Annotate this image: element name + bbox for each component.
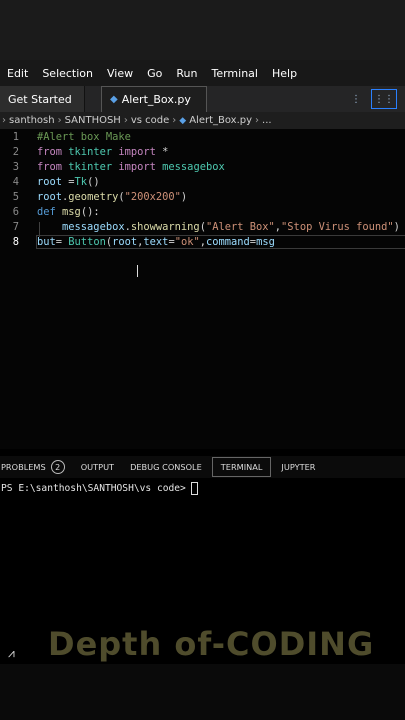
code-token: msg [55,205,81,218]
code-token: from [37,160,63,173]
code-token: messagebox [62,220,125,233]
code-token: Tk [74,175,88,188]
code-token: showwarning [130,220,200,233]
code-line: 5 root.geometry("200x200") [0,189,405,204]
code-token: geometry [68,190,119,203]
code-token: from [37,145,63,158]
code-line: 1 #Alert box Make [0,129,405,144]
code-token: but [37,235,56,248]
code-token: tkinter [68,160,113,173]
more-actions-icon[interactable]: ⋮ [351,94,361,105]
code-token: ) [393,220,400,233]
get-started-label: Get Started [8,92,72,106]
code-token: "Stop Virus found" [281,220,394,233]
line-number: 1 [12,130,19,143]
code-token: ) [180,190,188,203]
menu-terminal[interactable]: Terminal [204,67,265,80]
problems-count-badge: 2 [50,460,65,474]
python-file-icon: ◆ [179,115,187,126]
terminal-label: TERMINAL [220,462,263,472]
chevron-right-icon: › [255,115,260,126]
python-file-icon: ◆ [110,94,118,105]
code-line: 3 from tkinter import messagebox [0,159,405,174]
split-editor-icon[interactable]: ⋮⋮ [371,89,397,109]
terminal-prompt: PS E:\santhosh\SANTHOSH\vs code> [1,483,186,494]
breadcrumb-file[interactable]: Alert_Box.py [189,115,252,126]
video-bottom-area [0,664,405,720]
tab-jupyter[interactable]: JUPYTER [273,456,323,478]
code-token: import [118,160,156,173]
line-number: 4 [12,175,19,188]
line-number: 2 [12,145,19,158]
video-top-area [0,0,405,60]
code-token: "Alert Box" [205,220,275,233]
output-label: OUTPUT [80,462,115,472]
jupyter-label: JUPYTER [281,462,316,472]
problems-label: PROBLEMS [1,462,46,472]
code-token: * [155,145,169,158]
code-line: 2 from tkinter import * [0,144,405,159]
menu-bar: Edit Selection View Go Run Terminal Help [0,60,405,86]
line-number: 5 [12,190,19,203]
channel-watermark: Depth of-CODING [48,625,375,663]
code-line-current: 8 but= Button(root,text="ok",command=msg [0,234,405,249]
breadcrumb-santhosh[interactable]: santhosh [9,115,55,126]
menu-edit[interactable]: Edit [0,67,35,80]
chevron-right-icon: › [123,115,128,126]
code-token: messagebox [155,160,225,173]
panel-tab-bar: PROBLEMS 2 OUTPUT DEBUG CONSOLE TERMINAL… [0,456,405,478]
code-token: = [62,175,75,188]
code-line: 4 root =Tk() [0,174,405,189]
breadcrumb-symbols[interactable]: ... [262,115,272,126]
code-line: 7 messagebox.showwarning("Alert Box","St… [0,219,405,234]
code-line: 6 def msg(): [0,204,405,219]
tab-terminal[interactable]: TERMINAL [211,457,272,477]
code-token: Button [68,235,106,248]
breadcrumb-santhosh-upper[interactable]: SANTHOSH [65,115,121,126]
code-token: () [87,175,100,188]
tab-debug-console[interactable]: DEBUG CONSOLE [122,456,210,478]
code-token: = [55,235,69,248]
code-token: root [112,235,138,248]
tab-alert-box-label: Alert_Box.py [121,93,191,106]
line-number: 7 [12,220,19,233]
code-token: "200x200" [124,190,181,203]
code-token: tkinter [68,145,113,158]
tab-output[interactable]: OUTPUT [73,456,122,478]
menu-help[interactable]: Help [265,67,304,80]
debug-console-label: DEBUG CONSOLE [130,462,202,472]
code-token: msg [256,235,275,248]
terminal-cursor [190,482,198,495]
menu-go[interactable]: Go [140,67,169,80]
code-editor[interactable]: 1 #Alert box Make 2 from tkinter import … [0,129,405,449]
tab-problems[interactable]: PROBLEMS 2 [0,456,73,478]
code-token: (): [80,205,100,218]
line-number: 3 [12,160,19,173]
menu-view[interactable]: View [100,67,140,80]
tab-get-started[interactable]: Get Started [0,86,85,112]
breadcrumb: › santhosh › SANTHOSH › vs code › ◆ Aler… [0,112,405,129]
line-number: 8 [12,235,19,248]
tab-alert-box[interactable]: ◆ Alert_Box.py [101,86,207,112]
editor-tab-bar: Get Started ◆ Alert_Box.py ⋮ ⋮⋮ [0,86,405,112]
code-token: "ok" [174,235,200,248]
menu-run[interactable]: Run [169,67,204,80]
breadcrumb-vs-code[interactable]: vs code [131,115,169,126]
code-token: #Alert box Make [37,130,131,143]
mouse-ibeam-cursor-icon [137,265,139,277]
code-token: text [143,235,169,248]
chevron-right-icon: › [172,115,177,126]
code-token: import [118,145,156,158]
code-token: root [37,190,63,203]
code-token: def [37,205,56,218]
indent-guide [39,222,40,237]
menu-selection[interactable]: Selection [35,67,100,80]
terminal-output[interactable]: PS E:\santhosh\SANTHOSH\vs code> [1,482,198,495]
line-number: 6 [12,205,19,218]
chevron-right-icon: › [57,115,62,126]
chevron-right-icon: › [2,115,6,126]
code-token: root [37,175,63,188]
remote-indicator-icon[interactable]: ⩘ [8,646,15,661]
code-token: command [206,235,250,248]
